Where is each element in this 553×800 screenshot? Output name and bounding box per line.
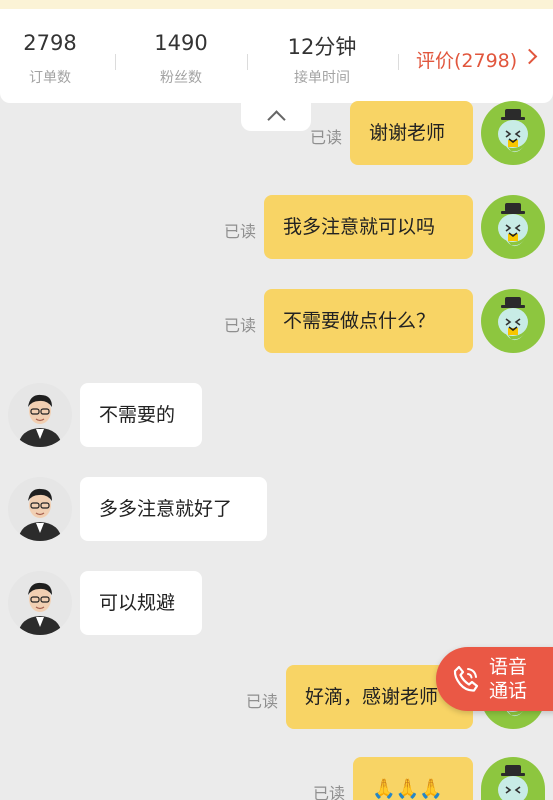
response-time-label: 接单时间: [294, 70, 350, 86]
orders-stat: 2798 订单数: [0, 9, 100, 103]
message-bubble-incoming[interactable]: 多多注意就好了: [80, 477, 267, 541]
read-status: 已读: [224, 222, 257, 241]
voice-call-label-line2: 通话: [489, 680, 528, 702]
teacher-portrait-icon: [18, 488, 62, 541]
fans-count: 1490: [154, 31, 208, 55]
message-bubble-incoming[interactable]: 不需要的: [80, 383, 202, 447]
stats-header: 2798 订单数 1490 粉丝数 12分钟 接单时间 评价(2798): [0, 9, 553, 103]
cartoon-ghost-icon: [498, 109, 528, 153]
response-time-value: 12分钟: [287, 35, 357, 59]
phone-call-icon: [453, 665, 479, 692]
chevron-up-icon: [267, 110, 286, 129]
teacher-avatar[interactable]: [8, 383, 72, 447]
message-bubble-outgoing[interactable]: 不需要做点什么？: [264, 289, 473, 353]
user-avatar[interactable]: [481, 757, 545, 800]
top-strip: [0, 0, 553, 9]
teacher-avatar[interactable]: [8, 477, 72, 541]
orders-count: 2798: [23, 31, 77, 55]
stat-divider: [115, 54, 116, 70]
teacher-avatar[interactable]: [8, 571, 72, 635]
fans-label: 粉丝数: [160, 70, 202, 86]
user-avatar[interactable]: [481, 101, 545, 165]
orders-label: 订单数: [29, 70, 71, 86]
read-status: 已读: [313, 784, 346, 800]
stat-divider: [398, 54, 399, 70]
read-status: 已读: [246, 692, 279, 711]
cartoon-ghost-icon: [498, 203, 528, 247]
message-bubble-outgoing[interactable]: 谢谢老师: [350, 101, 473, 165]
stat-divider: [247, 54, 248, 70]
cartoon-ghost-icon: [498, 297, 528, 341]
rating-link[interactable]: 评价(2798): [416, 46, 517, 73]
fans-stat: 1490 粉丝数: [131, 9, 231, 103]
read-status: 已读: [224, 316, 257, 335]
user-avatar[interactable]: [481, 195, 545, 259]
response-time-stat: 12分钟 接单时间: [262, 9, 382, 103]
voice-call-button[interactable]: 语音 通话: [436, 647, 553, 711]
voice-call-label-line1: 语音: [489, 656, 528, 678]
teacher-portrait-icon: [18, 394, 62, 447]
chevron-right-icon[interactable]: [521, 48, 538, 65]
message-bubble-incoming[interactable]: 可以规避: [80, 571, 202, 635]
collapse-header-button[interactable]: [241, 99, 311, 131]
teacher-portrait-icon: [18, 582, 62, 635]
voice-call-label: 语音 通话: [489, 655, 527, 703]
read-status: 已读: [310, 128, 343, 147]
cartoon-ghost-icon: [498, 765, 528, 800]
message-bubble-outgoing[interactable]: 🙏🙏🙏: [353, 757, 473, 800]
message-bubble-outgoing[interactable]: 我多注意就可以吗: [264, 195, 473, 259]
user-avatar[interactable]: [481, 289, 545, 353]
